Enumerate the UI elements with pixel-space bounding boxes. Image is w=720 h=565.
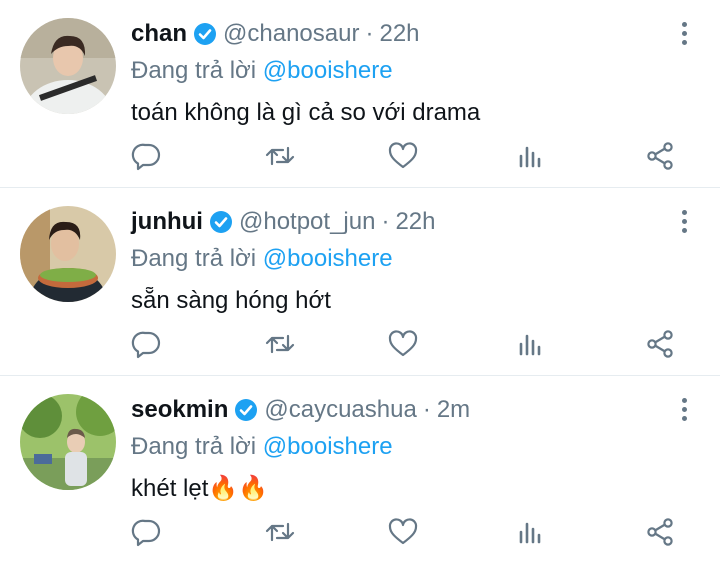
mention-link[interactable]: @booishere (263, 433, 393, 460)
reply-prefix: Đang trả lời (131, 433, 257, 460)
separator: · (365, 20, 374, 47)
tweet-item[interactable]: seokmin @caycuashua · 2m Đang trả lời @b… (0, 376, 720, 565)
more-options-icon[interactable] (678, 22, 690, 48)
share-icon[interactable] (644, 140, 676, 172)
separator: · (381, 208, 390, 235)
retweet-icon[interactable] (264, 516, 296, 548)
user-name[interactable]: seokmin (131, 396, 228, 424)
user-handle[interactable]: @hotpot_jun (239, 208, 375, 236)
reply-icon[interactable] (131, 328, 163, 360)
tweet-text: toán không là gì cả so với drama (131, 99, 481, 126)
user-handle[interactable]: @chanosaur (223, 20, 359, 48)
reply-context: Đang trả lời @booishere (131, 54, 660, 88)
tweet-actions (131, 140, 680, 176)
more-options-icon[interactable] (678, 210, 690, 236)
reply-context: Đang trả lời @booishere (131, 242, 660, 276)
separator: · (422, 396, 431, 423)
more-options-icon[interactable] (678, 398, 690, 424)
verified-badge-icon (193, 22, 217, 46)
share-icon[interactable] (644, 328, 676, 360)
avatar-person-white-hoodie-icon (20, 18, 116, 114)
tweet-item[interactable]: junhui @hotpot_jun · 22h Đang trả lời @b… (0, 188, 720, 376)
user-name[interactable]: junhui (131, 208, 203, 236)
reply-prefix: Đang trả lời (131, 57, 257, 84)
timestamp[interactable]: 22h (395, 208, 435, 236)
tweet-text: sẵn sàng hóng hớt (131, 287, 331, 314)
mention-link[interactable]: @booishere (263, 245, 393, 272)
like-icon[interactable] (387, 516, 419, 548)
analytics-icon[interactable] (515, 516, 547, 548)
reply-prefix: Đang trả lời (131, 245, 257, 272)
avatar[interactable] (20, 18, 116, 114)
verified-badge-icon (234, 398, 258, 422)
reply-icon[interactable] (131, 516, 163, 548)
mention-link[interactable]: @booishere (263, 57, 393, 84)
share-icon[interactable] (644, 516, 676, 548)
retweet-icon[interactable] (264, 328, 296, 360)
reply-context: Đang trả lời @booishere (131, 430, 660, 464)
avatar[interactable] (20, 394, 116, 490)
tweet-text: khét lẹt🔥🔥 (131, 475, 269, 502)
tweet-actions (131, 516, 680, 552)
avatar-person-holding-food-icon (20, 206, 116, 302)
reply-icon[interactable] (131, 140, 163, 172)
verified-badge-icon (209, 210, 233, 234)
user-name[interactable]: chan (131, 20, 187, 48)
retweet-icon[interactable] (264, 140, 296, 172)
tweet-item[interactable]: chan @chanosaur · 22h Đang trả lời @booi… (0, 0, 720, 188)
analytics-icon[interactable] (515, 140, 547, 172)
timestamp[interactable]: 22h (379, 20, 419, 48)
like-icon[interactable] (387, 140, 419, 172)
analytics-icon[interactable] (515, 328, 547, 360)
timestamp[interactable]: 2m (437, 396, 470, 424)
avatar[interactable] (20, 206, 116, 302)
avatar-person-park-icon (20, 394, 116, 490)
tweet-actions (131, 328, 680, 364)
like-icon[interactable] (387, 328, 419, 360)
user-handle[interactable]: @caycuashua (264, 396, 416, 424)
